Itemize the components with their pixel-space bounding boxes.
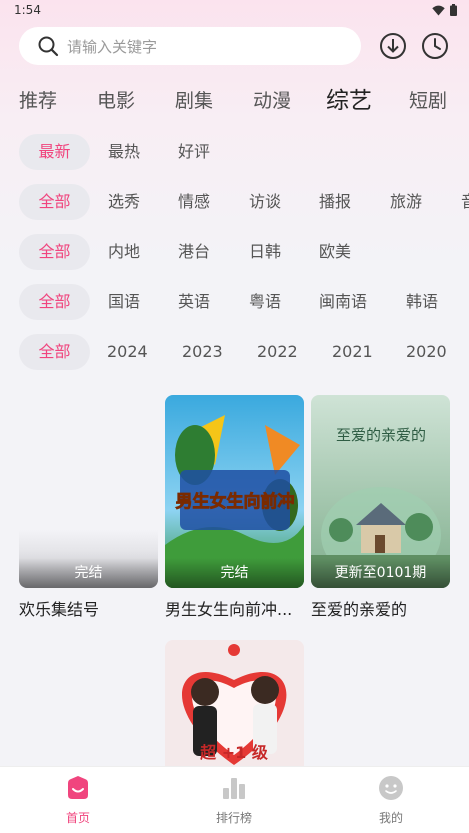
- profile-icon: [379, 776, 403, 800]
- search-placeholder: 请输入关键字: [67, 37, 158, 56]
- status-time: 1:54: [14, 3, 41, 17]
- filter-chip[interactable]: 2021: [332, 334, 373, 370]
- nav-label: 我的: [378, 811, 403, 825]
- nav-label: 首页: [65, 811, 90, 825]
- filter-chip[interactable]: 港台: [178, 234, 210, 270]
- filter-chip[interactable]: 旅游: [390, 184, 422, 220]
- filter-chip[interactable]: 访谈: [249, 184, 281, 220]
- filter-row-region: 全部 内地 港台 日韩 欧美: [0, 234, 469, 270]
- ranking-icon: [223, 778, 245, 799]
- home-icon: [68, 776, 88, 799]
- filter-chip[interactable]: 2023: [182, 334, 223, 370]
- poster-image: 超 +1 级: [165, 640, 304, 770]
- filter-chip[interactable]: 好评: [178, 134, 210, 170]
- battery-icon: [450, 4, 457, 16]
- filter-row-language: 全部 国语 英语 粤语 闽南语 韩语: [0, 284, 469, 320]
- tab-recommend[interactable]: 推荐: [19, 84, 57, 118]
- filter-chip[interactable]: 日韩: [249, 234, 281, 270]
- filter-chip[interactable]: 国语: [108, 284, 140, 320]
- search-input[interactable]: 请输入关键字: [19, 27, 361, 65]
- wifi-icon: [432, 5, 445, 15]
- filter-chip[interactable]: 选秀: [108, 184, 140, 220]
- status-badge: 更新至0101期: [311, 558, 450, 588]
- filter-chip[interactable]: 内地: [108, 234, 140, 270]
- bottom-nav: 首页 排行榜 我的: [0, 766, 469, 833]
- card-title: 欢乐集结号: [19, 600, 100, 619]
- filter-chip[interactable]: 最热: [108, 134, 140, 170]
- status-badge: 完结: [165, 558, 304, 588]
- filter-chip[interactable]: 播报: [319, 184, 351, 220]
- filter-chip[interactable]: 2024: [107, 334, 148, 370]
- filter-chip[interactable]: 欧美: [319, 234, 351, 270]
- filter-chip-selected[interactable]: 全部: [19, 284, 90, 320]
- poster-image: 男生女生向前冲 完结: [165, 395, 304, 588]
- filter-chip[interactable]: 英语: [178, 284, 210, 320]
- poster-text: 超 +1 级: [199, 743, 269, 762]
- tab-series[interactable]: 剧集: [175, 84, 213, 118]
- nav-label: 排行榜: [215, 811, 252, 825]
- filter-row-sort: 最新 最热 好评: [0, 134, 469, 170]
- card-title: 男生女生向前冲...: [165, 600, 293, 619]
- card-title: 至爱的亲爱的: [311, 600, 408, 619]
- tab-short-drama[interactable]: 短剧: [409, 84, 447, 118]
- filter-chip[interactable]: 韩语: [406, 284, 438, 320]
- filter-row-year: 全部 2024 2023 2022 2021 2020: [0, 334, 469, 370]
- status-badge: 完结: [19, 558, 158, 588]
- filter-chip[interactable]: 2020: [406, 334, 447, 370]
- nav-item-profile[interactable]: 我的: [351, 775, 431, 826]
- history-icon[interactable]: [421, 32, 449, 60]
- filter-chip-selected[interactable]: 全部: [19, 334, 90, 370]
- poster-artwork: 超 +1 级: [165, 640, 304, 770]
- filter-chip-selected[interactable]: 全部: [19, 234, 90, 270]
- poster-text: 男生女生向前冲: [176, 491, 295, 512]
- tab-anime[interactable]: 动漫: [253, 84, 291, 118]
- tab-movie[interactable]: 电影: [97, 84, 135, 118]
- category-tabs: 推荐 电影 剧集 动漫 综艺 短剧: [0, 84, 469, 118]
- status-icons: [432, 4, 457, 16]
- tab-variety[interactable]: 综艺: [326, 84, 372, 118]
- filter-chip[interactable]: 闽南语: [319, 284, 367, 320]
- poster-image: 完结: [19, 395, 158, 588]
- download-icon[interactable]: [379, 32, 407, 60]
- filter-chip[interactable]: 情感: [178, 184, 210, 220]
- search-icon: [38, 36, 59, 57]
- poster-image: 至爱的亲爱的 更新至0101期: [311, 395, 450, 588]
- filter-row-genre: 全部 选秀 情感 访谈 播报 旅游 音: [0, 184, 469, 220]
- filter-chip-selected[interactable]: 全部: [19, 184, 90, 220]
- filter-chip[interactable]: 2022: [257, 334, 298, 370]
- nav-item-home[interactable]: 首页: [38, 775, 118, 826]
- filter-chip[interactable]: 粤语: [249, 284, 281, 320]
- nav-item-ranking[interactable]: 排行榜: [194, 775, 274, 826]
- poster-text: 至爱的亲爱的: [336, 426, 426, 444]
- filter-chip[interactable]: 音: [461, 184, 469, 220]
- filter-chip-selected[interactable]: 最新: [19, 134, 90, 170]
- status-bar: 1:54: [0, 0, 469, 22]
